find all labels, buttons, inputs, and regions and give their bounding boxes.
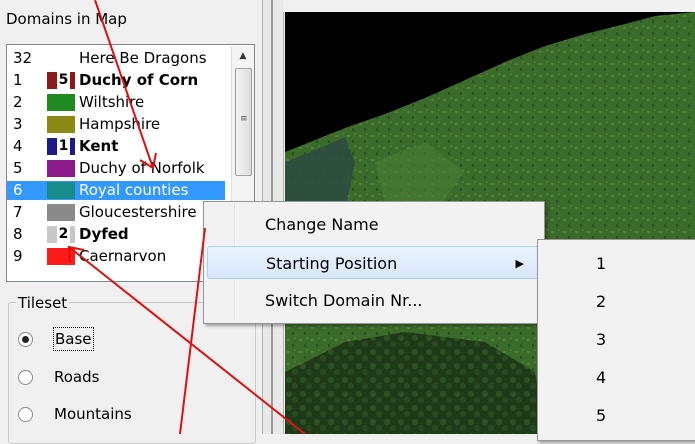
domain-name: Caernarvon [79, 247, 167, 265]
domain-number: 1 [13, 71, 23, 89]
list-item[interactable]: 8 2 Dyfed [7, 225, 225, 244]
menu-item-change-name[interactable]: Change Name [207, 208, 541, 241]
menu-item-label: Change Name [265, 215, 379, 234]
radio-label: Roads [54, 368, 100, 386]
domain-number: 7 [13, 203, 23, 221]
domain-name: Hampshire [79, 115, 161, 133]
domain-number: 6 [13, 181, 23, 199]
domain-color-swatch [47, 94, 75, 111]
chevron-right-icon: ▶ [515, 257, 524, 270]
starting-position-badge: 2 [57, 226, 70, 243]
map-top-border [283, 0, 695, 12]
domain-name: Duchy of Corn [79, 71, 199, 89]
domain-name: Royal counties [79, 181, 189, 199]
domain-name: Here Be Dragons [79, 49, 207, 67]
radio-button[interactable] [18, 370, 33, 385]
domain-color-swatch [47, 160, 75, 177]
menu-item-label: Starting Position [266, 254, 398, 273]
tileset-legend: Tileset [16, 294, 70, 312]
submenu-item-2[interactable]: 2 [596, 283, 606, 321]
starting-position-badge: 1 [57, 138, 70, 155]
starting-position-badge: 5 [57, 72, 70, 89]
domain-name: Duchy of Norfolk [79, 159, 205, 177]
list-item[interactable]: 2 Wiltshire [7, 93, 225, 112]
domain-color-swatch [47, 248, 75, 265]
domain-number: 3 [13, 115, 23, 133]
radio-label: Base [53, 327, 94, 351]
domains-header: Domains in Map [6, 10, 127, 28]
list-item[interactable]: 7 Gloucestershire [7, 203, 225, 222]
domain-color-swatch [47, 116, 75, 133]
domain-number: 2 [13, 93, 23, 111]
context-menu: Change Name Starting Position ▶ Switch D… [203, 201, 545, 324]
domain-number: 8 [13, 225, 23, 243]
submenu-item-4[interactable]: 4 [596, 359, 606, 397]
scroll-grip-icon: ≡ [240, 114, 248, 124]
list-item[interactable]: 6 Royal counties [7, 181, 225, 200]
list-item[interactable]: 5 Duchy of Norfolk [7, 159, 225, 178]
chevron-up-icon[interactable]: ▲ [232, 46, 254, 66]
list-item[interactable]: 3 Hampshire [7, 115, 225, 134]
menu-item-label: Switch Domain Nr... [265, 291, 423, 310]
submenu-item-3[interactable]: 3 [596, 321, 606, 359]
domain-number: 5 [13, 159, 23, 177]
domain-number: 9 [13, 247, 23, 265]
list-item[interactable]: 4 1 Kent [7, 137, 225, 156]
list-item[interactable]: 9 Caernarvon [7, 247, 225, 266]
domain-name: Wiltshire [79, 93, 145, 111]
domain-color-swatch [47, 204, 75, 221]
submenu-item-1[interactable]: 1 [596, 245, 606, 283]
starting-position-submenu: 1 2 3 4 5 [537, 239, 695, 441]
submenu-item-5[interactable]: 5 [596, 397, 606, 435]
domain-name: Kent [79, 137, 119, 155]
scroll-thumb[interactable]: ≡ [235, 68, 252, 176]
list-item[interactable]: 32 Here Be Dragons [7, 49, 225, 68]
radio-label: Mountains [54, 405, 132, 423]
domain-name: Gloucestershire [79, 203, 197, 221]
domain-color-swatch [47, 182, 75, 199]
domain-number: 32 [13, 49, 33, 67]
radio-button[interactable] [18, 407, 33, 422]
list-item[interactable]: 1 5 Duchy of Corn [7, 71, 225, 90]
radio-dot-icon [22, 336, 29, 343]
domain-number: 4 [13, 137, 23, 155]
menu-item-starting-position[interactable]: Starting Position ▶ [207, 246, 541, 279]
menu-item-switch-domain-nr[interactable]: Switch Domain Nr... [207, 284, 541, 317]
domain-name: Dyfed [79, 225, 129, 243]
radio-button[interactable] [18, 332, 33, 347]
